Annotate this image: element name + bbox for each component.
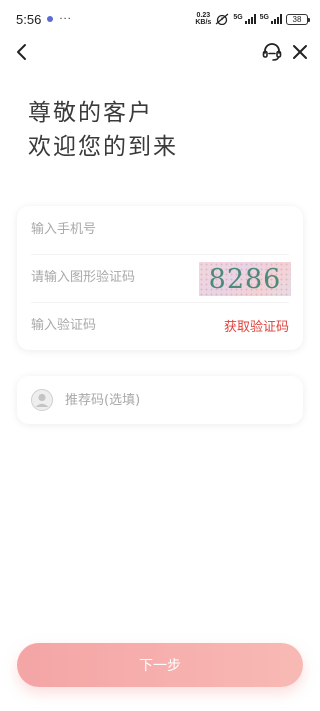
signal-5g-2-icon: 5G bbox=[260, 14, 282, 24]
captcha-image[interactable]: 8286 bbox=[199, 262, 291, 296]
battery-icon: 38 bbox=[286, 13, 310, 25]
sms-code-row: 获取验证码 bbox=[31, 302, 289, 348]
alarm-icon bbox=[215, 13, 229, 25]
notification-dot-icon bbox=[47, 16, 54, 22]
greeting-line-1: 尊敬的客户 bbox=[28, 100, 153, 126]
signal-label: 5G bbox=[259, 14, 269, 21]
status-more-icon: ··· bbox=[59, 13, 72, 25]
status-time: 5:56 bbox=[16, 11, 42, 27]
network-speed-value: 0.23 bbox=[196, 12, 211, 19]
status-bar: 5:56 ··· 0.23 KB/s 5G 5G 38 bbox=[0, 0, 320, 38]
referral-code-input[interactable] bbox=[65, 392, 303, 408]
signal-label: 5G bbox=[233, 14, 243, 21]
chevron-left-icon[interactable] bbox=[10, 40, 34, 64]
next-step-button[interactable]: 下一步 bbox=[17, 643, 303, 687]
signal-5g-1-icon: 5G bbox=[233, 14, 256, 24]
phone-row bbox=[31, 206, 289, 252]
referral-card bbox=[17, 376, 303, 424]
network-speed: 0.23 KB/s bbox=[195, 12, 211, 26]
status-right: 0.23 KB/s 5G 5G 38 bbox=[195, 12, 310, 26]
sms-code-input[interactable] bbox=[31, 318, 224, 333]
status-left: 5:56 ··· bbox=[16, 12, 72, 27]
network-speed-unit: KB/s bbox=[195, 19, 212, 26]
greeting-line-2: 欢迎您的到来 bbox=[28, 134, 178, 160]
phone-input[interactable] bbox=[31, 221, 289, 237]
login-form-card: 8286 获取验证码 bbox=[17, 206, 303, 350]
close-icon[interactable] bbox=[288, 40, 312, 64]
get-code-button[interactable]: 获取验证码 bbox=[224, 316, 289, 335]
headset-icon[interactable] bbox=[260, 40, 284, 64]
nav-bar bbox=[0, 38, 320, 66]
captcha-image-text: 8286 bbox=[208, 263, 282, 295]
user-avatar-icon bbox=[31, 389, 53, 411]
captcha-row: 8286 bbox=[31, 254, 291, 300]
greeting: 尊敬的客户 欢迎您的到来 bbox=[28, 96, 178, 164]
